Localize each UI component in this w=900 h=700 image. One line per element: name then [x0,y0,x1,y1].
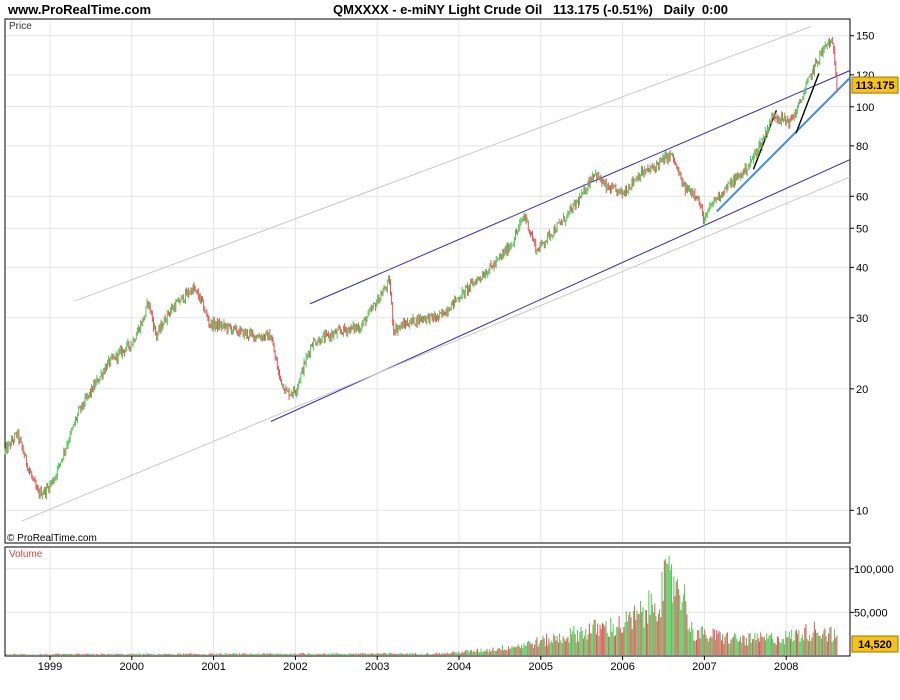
y-tick-label: 10 [856,505,868,517]
x-tick-label: 2006 [610,661,634,673]
x-tick-label: 2007 [692,661,716,673]
y-tick-label: 100,000 [854,564,894,576]
y-tick-label: 30 [856,313,868,325]
last-volume-value: 14,520 [858,639,892,651]
y-tick-label: 50,000 [854,607,888,619]
y-tick-label: 20 [856,384,868,396]
y-tick-label: 80 [856,141,868,153]
price-axis: 10203040506080100120150113.175 [850,31,899,517]
x-tick-label: 2000 [120,661,144,673]
x-tick-label: 1999 [38,661,62,673]
x-tick-label: 2004 [447,661,471,673]
last-price-value: 113.175 [855,80,894,92]
x-tick-label: 2002 [283,661,307,673]
x-tick-label: 2001 [201,661,225,673]
y-tick-label: 40 [856,262,868,274]
x-tick-label: 2008 [774,661,798,673]
time-axis: 1999 2000 2001 2002 2003 2004 2005 2006 2007 2008 [38,656,798,673]
y-tick-label: 100 [856,102,874,114]
y-tick-label: 50 [856,223,868,235]
chart-window: www.ProRealTime.com QMXXXX - e-miNY Ligh… [0,0,900,700]
watermark: © ProRealTime.com [7,533,97,544]
price-panel-label: Price [9,21,32,32]
x-tick-label: 2005 [529,661,553,673]
x-tick-label: 2003 [365,661,389,673]
y-tick-label: 60 [856,191,868,203]
y-tick-label: 150 [856,31,874,43]
chart-canvas[interactable]: 10203040506080100120150113.175 Price © P… [0,0,900,700]
volume-panel-label: Volume [9,549,43,560]
volume-axis: 50,000 100,000 14,520 [850,564,899,653]
